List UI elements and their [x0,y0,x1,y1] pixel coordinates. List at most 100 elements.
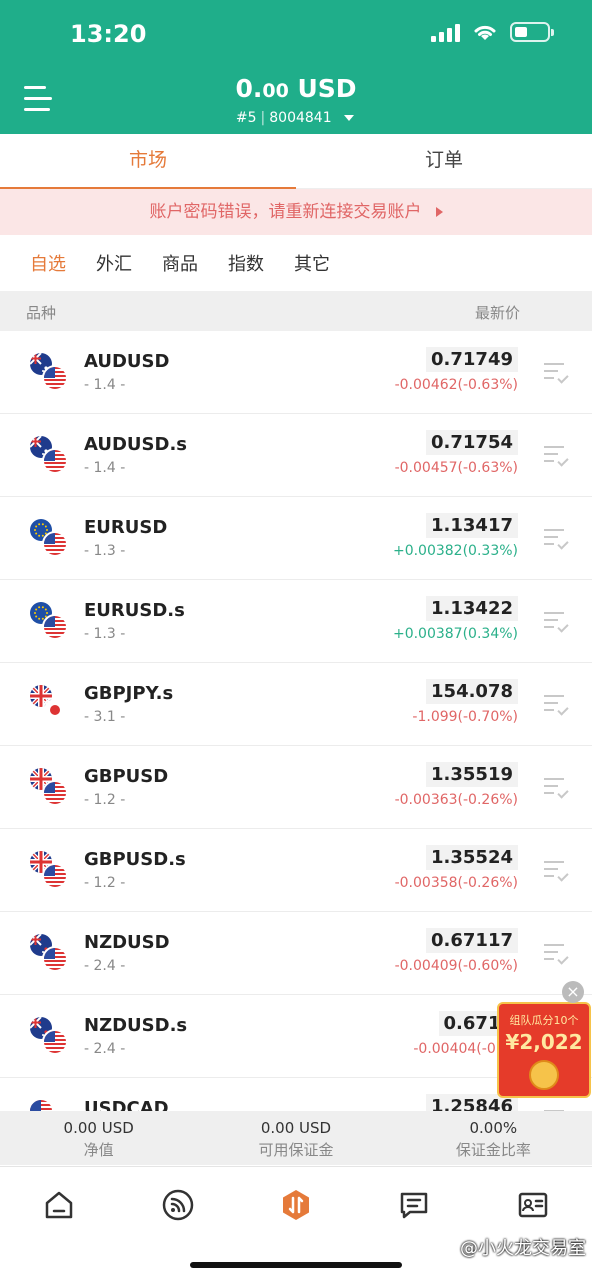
symbol-name: EURUSD [84,517,168,538]
symbol-spread: - 2.4 - [84,958,126,974]
reconnect-warning[interactable]: 账户密码错误，请重新连接交易账户 [0,189,592,235]
quote-row[interactable]: EURUSD - 1.3 - 1.13417 +0.00382(0.33%) [0,497,592,580]
main-tabs: 市场 订单 [0,134,592,190]
margin-level-label: 保证金比率 [455,1141,531,1159]
price-change: -0.00457(-0.63%) [394,460,518,476]
currency-flags-icon [28,1015,70,1057]
quote-row[interactable]: GBPJPY.s - 3.1 - 154.078 -1.099(-0.70%) [0,663,592,746]
symbol-spread: - 3.1 - [84,709,126,725]
nav-home[interactable] [0,1167,118,1242]
flag-us-icon [42,863,68,889]
symbol-name: AUDUSD [84,351,170,372]
quote-row[interactable]: AUDUSD - 1.4 - 0.71749 -0.00462(-0.63%) [0,331,592,414]
flag-us-icon [42,780,68,806]
edit-list-icon[interactable] [544,446,569,467]
category-commodities[interactable]: 商品 [162,250,198,276]
home-indicator[interactable] [190,1262,402,1268]
close-icon[interactable]: × [562,981,584,1003]
status-icons [431,22,554,42]
symbol-spread: - 2.4 - [84,1041,126,1057]
latest-price: 1.35524 [426,845,518,870]
edit-list-icon[interactable] [544,944,569,965]
edit-list-icon[interactable] [544,695,569,716]
symbol-name: GBPUSD [84,766,169,787]
latest-price: 1.35519 [426,762,518,787]
nav-orders[interactable] [355,1167,473,1242]
quote-row[interactable]: NZDUSD - 2.4 - 0.67117 -0.00409(-0.60%) [0,912,592,995]
category-favorites[interactable]: 自选 [30,250,66,276]
currency-flags-icon [28,683,70,725]
flag-us-icon [42,614,68,640]
quote-row[interactable]: GBPUSD.s - 1.2 - 1.35524 -0.00358(-0.26%… [0,829,592,912]
symbol-name: GBPUSD.s [84,849,186,870]
symbol-spread: - 1.4 - [84,460,126,476]
quote-list: AUDUSD - 1.4 - 0.71749 -0.00462(-0.63%) … [0,331,592,1111]
red-packet-icon [529,1060,559,1090]
flag-us-icon [42,365,68,391]
price-change: -0.00363(-0.26%) [394,792,518,808]
edit-list-icon[interactable] [544,363,569,384]
promo-red-packet[interactable]: 组队瓜分10个 ¥2,022 [497,1002,591,1098]
flag-us-icon [42,448,68,474]
price-change: +0.00382(0.33%) [392,543,518,559]
wifi-icon [474,25,496,40]
currency-flags-icon [28,766,70,808]
currency-flags-icon [28,351,70,393]
quote-row[interactable]: EURUSD.s - 1.3 - 1.13422 +0.00387(0.34%) [0,580,592,663]
edit-list-icon[interactable] [544,529,569,550]
account-selector[interactable]: #5 | 8004841 [0,110,592,126]
edit-list-icon[interactable] [544,612,569,633]
home-icon [45,1191,73,1218]
margin-level-value: 0.00% [469,1119,518,1137]
promo-title: 组队瓜分10个 [509,1014,579,1027]
signal-icon [431,22,460,42]
currency-flags-icon [28,434,70,476]
quote-row[interactable]: AUDUSD.s - 1.4 - 0.71754 -0.00457(-0.63%… [0,414,592,497]
edit-list-icon[interactable] [544,861,569,882]
symbol-spread: - 1.3 - [84,626,126,642]
symbol-name: NZDUSD.s [84,1015,188,1036]
status-time: 13:20 [70,20,147,48]
price-change: -0.00409(-0.60%) [394,958,518,974]
caret-down-icon [344,115,355,121]
header: 13:20 0.00 USD #5 | 8004841 [0,0,592,134]
category-forex[interactable]: 外汇 [96,250,132,276]
promo-amount: ¥2,022 [505,1030,583,1054]
latest-price: 0.67117 [426,928,518,953]
account-number: #5 [235,110,257,126]
currency-flags-icon [28,849,70,891]
category-tabs: 自选 外汇 商品 指数 其它 [30,250,330,276]
currency-flags-icon [28,932,70,974]
arrow-right-icon [435,207,443,217]
summary-free-margin: 0.00 USD 可用保证金 [197,1111,394,1165]
price-change: -1.099(-0.70%) [412,709,518,725]
watermark: @小火龙交易室 [460,1238,586,1259]
free-margin-label: 可用保证金 [258,1141,334,1159]
tab-orders[interactable]: 订单 [296,134,592,188]
nav-profile[interactable] [474,1167,592,1242]
column-latest-price: 最新价 [474,304,520,322]
category-indices[interactable]: 指数 [228,250,264,276]
latest-price: 1.13417 [426,513,518,538]
equity-value: 0.00 USD [63,1119,134,1137]
flag-us-icon [28,1098,54,1111]
quote-row[interactable]: GBPUSD - 1.2 - 1.35519 -0.00363(-0.26%) [0,746,592,829]
nav-trade[interactable] [237,1167,355,1242]
app-screen: 13:20 0.00 USD #5 | 8004841 市场 订单 账户密码错误，请… [0,0,592,1280]
price-change: -0.00462(-0.63%) [394,377,518,393]
price-change: +0.00387(0.34%) [392,626,518,642]
column-header: 品种 最新价 [0,291,592,331]
symbol-name: USDCAD [84,1098,169,1111]
profile-icon [518,1192,548,1217]
symbol-name: AUDUSD.s [84,434,188,455]
free-margin-value: 0.00 USD [260,1119,332,1137]
latest-price: 154.078 [426,679,518,704]
tab-market[interactable]: 市场 [0,134,296,190]
symbol-spread: - 1.2 - [84,875,126,891]
flag-jp-icon [42,697,68,723]
category-other[interactable]: 其它 [294,250,330,276]
nav-feed[interactable] [118,1167,236,1242]
flag-us-icon [42,1029,68,1055]
edit-list-icon[interactable] [544,778,569,799]
symbol-spread: - 1.4 - [84,377,126,393]
